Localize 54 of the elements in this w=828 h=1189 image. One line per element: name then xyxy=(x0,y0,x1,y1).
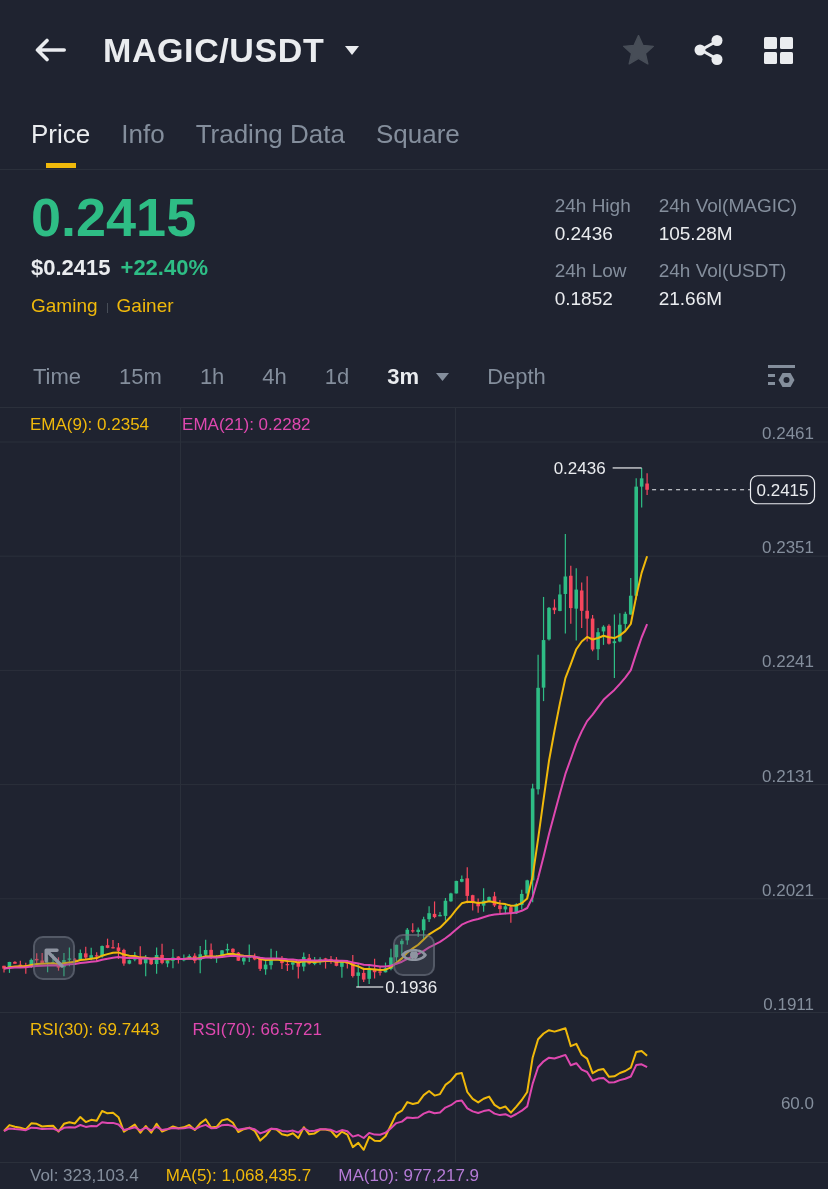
stat-label: 24h High xyxy=(554,194,632,218)
back-arrow-icon[interactable] xyxy=(35,38,66,62)
star-icon[interactable] xyxy=(623,35,654,65)
interval-tab[interactable]: 1h xyxy=(199,363,225,390)
indicator-label: MA(5): 1,068,435.7 xyxy=(165,1166,312,1186)
stat-value: 105.28M xyxy=(658,222,734,246)
grid-icon[interactable] xyxy=(764,36,793,64)
settings-icon[interactable] xyxy=(768,365,795,388)
price-axis-label: 0.1911 xyxy=(763,995,814,1013)
stat-label: 24h Low xyxy=(554,259,628,283)
last-price: 0.2415 xyxy=(31,186,198,249)
tab[interactable]: Square xyxy=(375,100,460,169)
price-change: +22.40% xyxy=(120,254,208,282)
category-label: Gaming xyxy=(31,294,98,318)
price-axis-label: 0.2351 xyxy=(762,538,814,558)
eye-icon xyxy=(401,946,427,964)
pair-selector-button[interactable]: MAGIC/USDT xyxy=(103,30,360,70)
stat-value: 0.2436 xyxy=(554,222,614,246)
tab[interactable]: Price xyxy=(31,100,91,169)
indicator-label: RSI(70): 66.5721 xyxy=(192,1020,322,1040)
tab[interactable]: Info xyxy=(121,100,165,169)
caret-icon xyxy=(345,45,360,55)
rsi-axis-label: 60.0 xyxy=(780,1094,814,1113)
indicator-label: MA(10): 977,217.9 xyxy=(338,1166,480,1186)
interval-tab[interactable]: 1d xyxy=(324,363,350,390)
category-label: Gainer xyxy=(116,294,174,318)
last-price-tag: 0.2415 xyxy=(749,475,816,505)
interval-tab[interactable]: 3m xyxy=(387,363,450,390)
price-axis-label: 0.2461 xyxy=(762,424,814,443)
indicator-label: EMA(9): 0.2354 xyxy=(30,415,150,435)
arrow-icon xyxy=(44,948,64,968)
price-axis-label: 0.2241 xyxy=(762,652,814,672)
stat-label: 24h Vol(USDT) xyxy=(658,259,788,283)
stat-value: 0.1852 xyxy=(554,287,614,311)
price-axis-label: 0.2131 xyxy=(762,766,814,786)
leader-line xyxy=(612,467,643,469)
interval-tab[interactable]: 4h xyxy=(262,363,287,390)
fiat-price: $0.2415 xyxy=(31,254,111,282)
share-icon[interactable] xyxy=(694,35,724,65)
stat-value: 21.66M xyxy=(658,287,724,311)
stat-label: 24h Vol(MAGIC) xyxy=(658,194,797,218)
leader-line xyxy=(355,986,384,988)
interval-tab[interactable]: Time xyxy=(33,363,82,390)
eye-button[interactable] xyxy=(393,934,435,976)
indicator-label: Vol: 323,103.4 xyxy=(30,1166,139,1186)
interval-tab[interactable]: Depth xyxy=(487,363,546,390)
indicator-label: EMA(21): 0.2282 xyxy=(182,415,311,435)
interval-tab[interactable]: 15m xyxy=(119,363,162,390)
price-axis-label: 0.2021 xyxy=(762,880,814,900)
expand-button[interactable] xyxy=(33,936,75,980)
high-price-label: 0.2436 xyxy=(553,458,606,478)
low-price-label: 0.1936 xyxy=(385,978,438,997)
tab[interactable]: Trading Data xyxy=(195,100,345,169)
indicator-label: RSI(30): 69.7443 xyxy=(30,1020,160,1040)
